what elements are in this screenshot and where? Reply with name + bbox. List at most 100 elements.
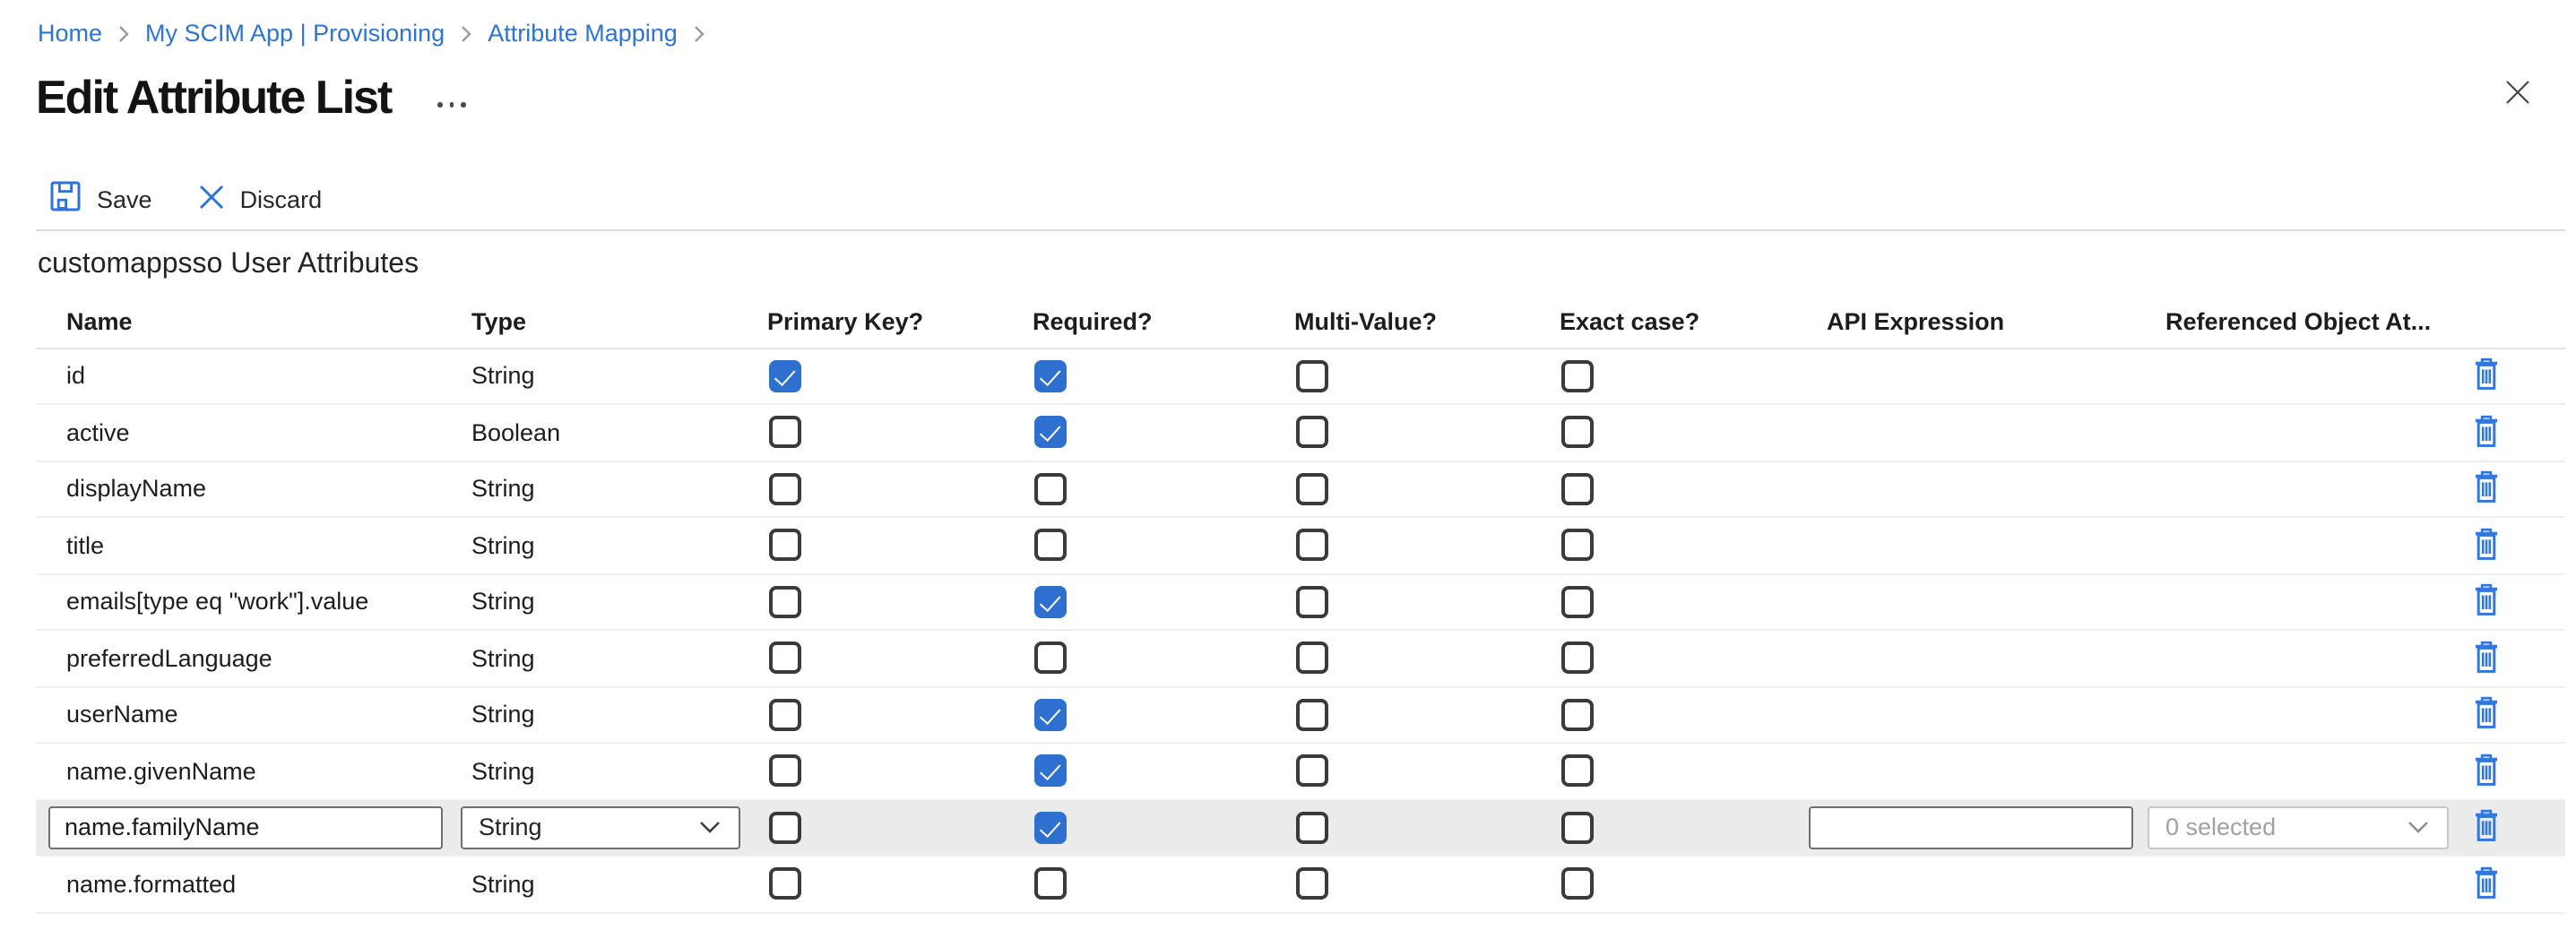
exact-case-checkbox[interactable] [1561,642,1594,675]
attribute-type: String [471,702,767,728]
required-checkbox[interactable] [1034,755,1067,788]
delete-attribute-icon[interactable] [2468,414,2504,452]
chevron-right-icon [118,25,129,43]
trash-icon [2468,527,2504,563]
primary-key-checkbox[interactable] [769,812,801,844]
exact-case-checkbox[interactable] [1561,699,1594,731]
close-icon[interactable] [2499,77,2535,113]
required-checkbox[interactable] [1034,642,1067,675]
breadcrumb-link-app-provisioning[interactable]: My SCIM App | Provisioning [145,20,445,47]
api-expression-input[interactable] [1809,806,2133,849]
multi-value-checkbox[interactable] [1296,812,1328,844]
attribute-name: name.formatted [36,871,471,898]
title-row: Edit Attribute List [36,72,470,122]
delete-attribute-icon[interactable] [2468,640,2504,677]
table-row: titleString [36,518,2565,574]
primary-key-checkbox[interactable] [769,755,801,788]
delete-attribute-icon[interactable] [2468,696,2504,734]
discard-button[interactable]: Discard [199,184,323,214]
delete-attribute-icon[interactable] [2468,753,2504,790]
save-label: Save [97,185,152,212]
chevron-right-icon [461,25,471,43]
primary-key-checkbox[interactable] [769,530,801,562]
breadcrumb-link-attribute-mapping[interactable]: Attribute Mapping [488,20,678,47]
required-checkbox[interactable] [1034,530,1067,562]
attribute-name: active [36,419,471,446]
save-button[interactable]: Save [50,181,152,217]
required-checkbox[interactable] [1034,473,1067,505]
exact-case-checkbox[interactable] [1561,417,1594,449]
primary-key-checkbox[interactable] [769,642,801,675]
attribute-name: displayName [36,476,471,503]
multi-value-checkbox[interactable] [1296,868,1328,900]
primary-key-checkbox[interactable] [769,868,801,900]
attribute-type-select[interactable]: String [461,806,740,849]
multi-value-checkbox[interactable] [1296,473,1328,505]
exact-case-checkbox[interactable] [1561,868,1594,900]
attribute-type: Boolean [471,419,767,446]
breadcrumb-link-home[interactable]: Home [38,20,102,47]
attribute-name-input[interactable] [48,806,443,849]
table-row: activeBoolean [36,405,2565,461]
chevron-down-icon [2407,822,2429,834]
primary-key-checkbox[interactable] [769,473,801,505]
referenced-object-select[interactable]: 0 selected [2148,806,2449,849]
multi-value-checkbox[interactable] [1296,360,1328,392]
required-checkbox[interactable] [1034,360,1067,392]
multi-value-checkbox[interactable] [1296,530,1328,562]
delete-attribute-icon[interactable] [2468,865,2504,903]
multi-value-checkbox[interactable] [1296,417,1328,449]
exact-case-checkbox[interactable] [1561,586,1594,618]
edit-attribute-list-blade: Home My SCIM App | Provisioning Attribut… [0,0,2576,930]
table-row-editing: String 0 selected [36,800,2565,857]
command-bar: Save Discard [50,179,322,219]
column-header-api-expression: API Expression [1827,309,2165,336]
more-options-icon[interactable] [434,99,470,110]
attribute-name: emails[type eq "work"].value [36,589,471,616]
exact-case-checkbox[interactable] [1561,755,1594,788]
table-row: name.givenNameString [36,744,2565,800]
delete-attribute-icon[interactable] [2468,357,2504,395]
primary-key-checkbox[interactable] [769,417,801,449]
primary-key-checkbox[interactable] [769,586,801,618]
trash-icon [2468,696,2504,732]
required-checkbox[interactable] [1034,699,1067,731]
exact-case-checkbox[interactable] [1561,812,1594,844]
attribute-name: name.givenName [36,758,471,785]
trash-icon [2468,357,2504,393]
required-checkbox[interactable] [1034,417,1067,449]
delete-attribute-icon[interactable] [2468,809,2504,847]
required-checkbox[interactable] [1034,868,1067,900]
attribute-type: String [471,645,767,672]
trash-icon [2468,865,2504,901]
exact-case-checkbox[interactable] [1561,473,1594,505]
multi-value-checkbox[interactable] [1296,586,1328,618]
exact-case-checkbox[interactable] [1561,530,1594,562]
attributes-table: Name Type Primary Key? Required? Multi-V… [36,297,2565,913]
multi-value-checkbox[interactable] [1296,755,1328,788]
delete-attribute-icon[interactable] [2468,583,2504,621]
attribute-name: preferredLanguage [36,645,471,672]
required-checkbox[interactable] [1034,812,1067,844]
page-title: Edit Attribute List [36,72,391,122]
multi-value-checkbox[interactable] [1296,699,1328,731]
delete-attribute-icon[interactable] [2468,470,2504,508]
attribute-type: String [471,758,767,785]
column-header-required: Required? [1033,309,1294,336]
table-header-row: Name Type Primary Key? Required? Multi-V… [36,297,2565,349]
primary-key-checkbox[interactable] [769,360,801,392]
attribute-name: userName [36,702,471,728]
floppy-disk-icon [50,181,81,217]
table-row: name.formattedString [36,857,2565,913]
trash-icon [2468,414,2504,450]
table-row: emails[type eq "work"].valueString [36,574,2565,631]
exact-case-checkbox[interactable] [1561,360,1594,392]
chevron-down-icon [699,822,721,834]
multi-value-checkbox[interactable] [1296,642,1328,675]
required-checkbox[interactable] [1034,586,1067,618]
trash-icon [2468,753,2504,788]
column-header-exact-case: Exact case? [1560,309,1827,336]
primary-key-checkbox[interactable] [769,699,801,731]
attribute-name: id [36,363,471,390]
delete-attribute-icon[interactable] [2468,527,2504,564]
